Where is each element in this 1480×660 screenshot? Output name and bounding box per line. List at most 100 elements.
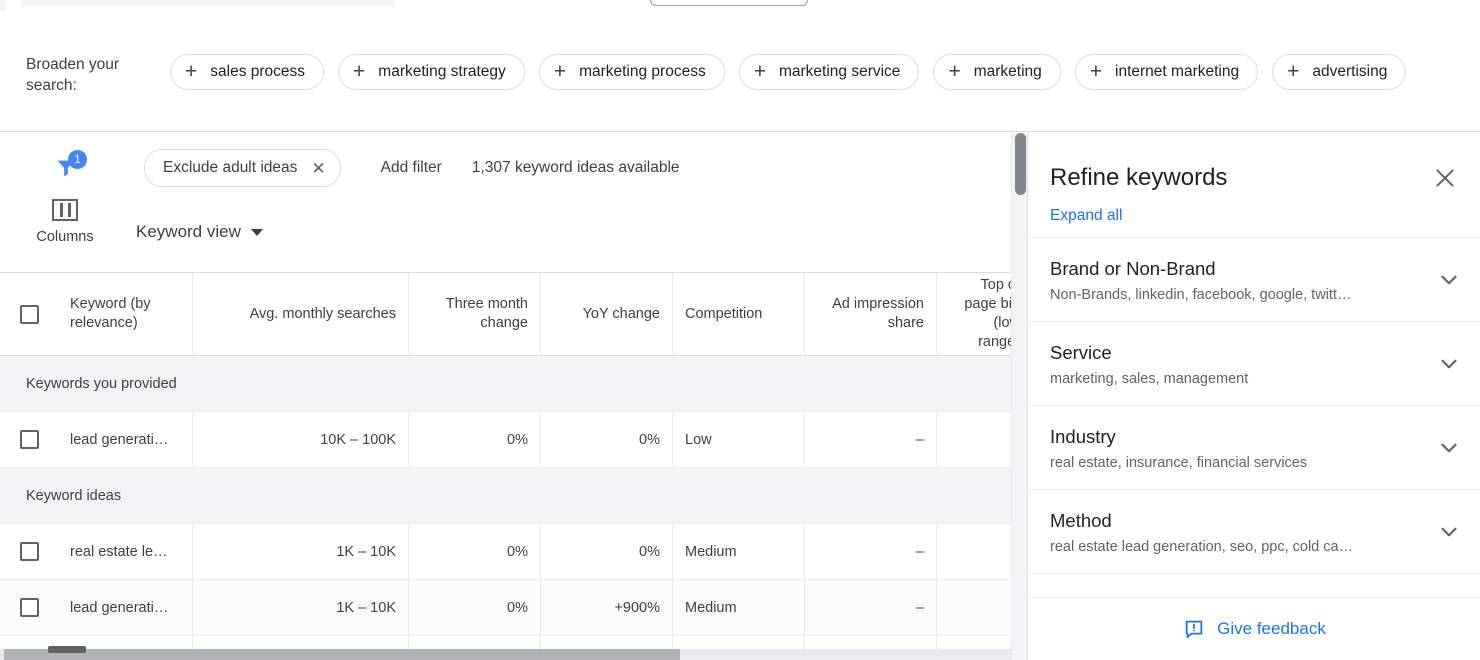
expand-all-link[interactable]: Expand all (1050, 207, 1122, 225)
refine-category-service[interactable]: Service marketing, sales, management (1028, 322, 1480, 406)
refine-category-title: Method (1050, 509, 1424, 533)
close-icon[interactable]: ✕ (311, 160, 325, 177)
table-group-header: Keyword ideas (0, 468, 1027, 524)
top-strip-bar (22, 0, 394, 6)
column-header-avg-monthly-searches[interactable]: Avg. monthly searches (193, 273, 409, 355)
table-horizontal-scrollbar-thumb[interactable] (4, 649, 680, 660)
broaden-chip-label: marketing (974, 63, 1042, 81)
page-title: Refine keywords (1050, 163, 1458, 193)
cell-yoy-change: +900% (541, 580, 673, 635)
broaden-chip-label: internet marketing (1115, 63, 1239, 81)
column-header-three-month-change[interactable]: Three month change (409, 273, 541, 355)
refine-keywords-panel: Refine keywords Expand all Brand or Non-… (1027, 133, 1480, 660)
cell-competition: Medium (673, 524, 805, 579)
give-feedback-button[interactable]: Give feedback (1183, 618, 1326, 640)
broaden-chip[interactable]: +marketing service (739, 54, 920, 90)
chevron-down-icon[interactable] (1436, 435, 1462, 461)
chevron-down-icon[interactable] (1436, 267, 1462, 293)
cell-competition: Low (673, 412, 805, 467)
column-header-keyword[interactable]: Keyword (by relevance) (58, 273, 193, 355)
feedback-glyph (1183, 618, 1205, 640)
table-group-label: Keyword ideas (0, 488, 121, 504)
keyword-planner-screen: Broaden your search: +sales process +mar… (0, 0, 1480, 660)
cell-keyword: real estate le… (58, 524, 193, 579)
give-feedback-label: Give feedback (1217, 619, 1326, 639)
active-filter-chip[interactable]: Exclude adult ideas ✕ (144, 149, 341, 187)
add-filter-button[interactable]: Add filter (381, 159, 442, 177)
broaden-chip[interactable]: +advertising (1272, 54, 1406, 90)
cell-avg-monthly-searches: 1K – 10K (193, 524, 409, 579)
scrollbar-grip (48, 646, 86, 653)
row-checkbox[interactable] (20, 542, 39, 561)
broaden-chip-label: sales process (210, 63, 305, 81)
chevron-down-icon[interactable] (1436, 351, 1462, 377)
partial-button-above[interactable] (650, 0, 808, 6)
refine-category-subtitle: marketing, sales, management (1050, 371, 1424, 387)
chevron-down-glyph (1436, 267, 1462, 293)
column-header-ad-impression-share[interactable]: Ad impression share (805, 273, 937, 355)
cell-three-month-change: 0% (409, 524, 541, 579)
refine-category-subtitle: real estate, insurance, financial servic… (1050, 455, 1424, 471)
keyword-view-selector[interactable]: Keyword view (136, 222, 263, 242)
broaden-chip[interactable]: +marketing process (539, 54, 725, 90)
columns-button[interactable]: Columns (20, 199, 110, 245)
broaden-search-label: Broaden your search: (0, 54, 170, 96)
broaden-chip[interactable]: +sales process (170, 54, 324, 90)
row-select-cell (0, 412, 58, 467)
refine-category-brand-or-non-brand[interactable]: Brand or Non-Brand Non-Brands, linkedin,… (1028, 238, 1480, 322)
select-all-cell (0, 273, 58, 355)
top-cutoff-strip (0, 0, 1480, 23)
table-group-label: Keywords you provided (0, 376, 177, 392)
table-group-header: Keywords you provided (0, 356, 1027, 412)
broaden-chip-label: marketing service (779, 63, 900, 81)
row-select-cell (0, 524, 58, 579)
table-row[interactable]: lead generati… 1K – 10K 0% +900% Medium … (0, 580, 1027, 636)
broaden-search-section: Broaden your search: +sales process +mar… (0, 22, 1480, 132)
broaden-chip[interactable]: +internet marketing (1075, 54, 1258, 90)
chevron-down-icon[interactable] (1436, 519, 1462, 545)
cell-ad-impression-share: – (805, 412, 937, 467)
filter-icon-button[interactable]: 1 (44, 148, 88, 188)
table-vertical-scrollbar[interactable] (1011, 133, 1027, 660)
cell-yoy-change: 0% (541, 412, 673, 467)
cell-three-month-change: 0% (409, 580, 541, 635)
table-toolbar: 1 Exclude adult ideas ✕ Add filter 1,307… (0, 133, 1027, 272)
cell-competition: Medium (673, 580, 805, 635)
main-content: 1 Exclude adult ideas ✕ Add filter 1,307… (0, 133, 1480, 660)
keyword-ideas-count: 1,307 keyword ideas available (472, 159, 680, 177)
cell-yoy-change: 0% (541, 524, 673, 579)
refine-panel-footer: Give feedback (1028, 597, 1480, 660)
broaden-chip[interactable]: +marketing (933, 54, 1060, 90)
row-checkbox[interactable] (20, 430, 39, 449)
refine-category-subtitle: Non-Brands, linkedin, facebook, google, … (1050, 287, 1424, 303)
columns-icon (52, 199, 78, 221)
column-header-competition[interactable]: Competition (673, 273, 805, 355)
filter-count-badge: 1 (68, 150, 87, 169)
cell-ad-impression-share: – (805, 580, 937, 635)
broaden-chip[interactable]: +marketing strategy (338, 54, 525, 90)
refine-category-industry[interactable]: Industry real estate, insurance, financi… (1028, 406, 1480, 490)
broaden-chip-label: advertising (1312, 63, 1387, 81)
table-vertical-scrollbar-thumb[interactable] (1015, 133, 1026, 195)
table-row[interactable]: lead generati… 10K – 100K 0% 0% Low – ₹ (0, 412, 1027, 468)
select-all-checkbox[interactable] (20, 305, 39, 324)
refine-category-method[interactable]: Method real estate lead generation, seo,… (1028, 490, 1480, 574)
refine-category-title: Industry (1050, 425, 1424, 449)
broaden-chip-label: marketing strategy (378, 63, 506, 81)
table-horizontal-scrollbar[interactable] (0, 649, 1011, 660)
refine-category-title: Service (1050, 341, 1424, 365)
close-icon[interactable] (1432, 165, 1458, 191)
table-row[interactable]: real estate le… 1K – 10K 0% 0% Medium – … (0, 524, 1027, 580)
table-header-row: Keyword (by relevance) Avg. monthly sear… (0, 273, 1027, 356)
row-checkbox[interactable] (20, 598, 39, 617)
column-header-yoy-change[interactable]: YoY change (541, 273, 673, 355)
cell-avg-monthly-searches: 10K – 100K (193, 412, 409, 467)
top-strip-edge (0, 0, 6, 10)
filter-row: 1 Exclude adult ideas ✕ Add filter 1,307… (0, 133, 680, 203)
chevron-down-glyph (1436, 519, 1462, 545)
feedback-icon (1183, 618, 1205, 640)
chevron-down-glyph (1436, 351, 1462, 377)
chevron-down-icon (251, 229, 263, 236)
chevron-down-glyph (1436, 435, 1462, 461)
cell-keyword: lead generati… (58, 412, 193, 467)
